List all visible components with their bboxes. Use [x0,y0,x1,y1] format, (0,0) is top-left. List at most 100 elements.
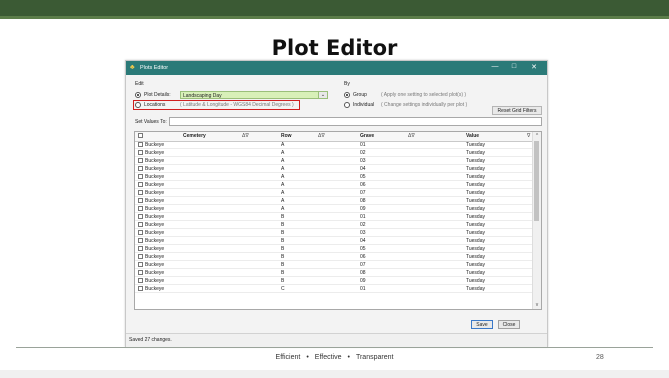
row-checkbox[interactable] [138,222,143,227]
cemetery-cell[interactable]: Buckeye [145,174,164,180]
value-cell[interactable]: Tuesday [466,198,485,204]
row-checkbox[interactable] [138,254,143,259]
row-cell[interactable]: B [281,278,284,284]
scroll-down-icon[interactable]: v [533,302,541,308]
cemetery-cell[interactable]: Buckeye [145,230,164,236]
row-cell[interactable]: A [281,174,284,180]
row-cell[interactable]: A [281,206,284,212]
table-row[interactable]: Buckeye A 07 Tuesday [135,189,534,197]
value-cell[interactable]: Tuesday [466,238,485,244]
table-row[interactable]: Buckeye A 04 Tuesday [135,165,534,173]
row-cell[interactable]: A [281,150,284,156]
value-cell[interactable]: Tuesday [466,230,485,236]
grave-cell[interactable]: 08 [360,198,366,204]
row-cell[interactable]: B [281,262,284,268]
minimize-button[interactable]: — [488,63,502,70]
row-checkbox[interactable] [138,206,143,211]
row-cell[interactable]: B [281,222,284,228]
table-row[interactable]: Buckeye C 01 Tuesday [135,285,534,293]
cemetery-cell[interactable]: Buckeye [145,166,164,172]
plot-details-select[interactable]: Landscaping Day ⌄ [180,91,328,99]
row-checkbox[interactable] [138,198,143,203]
table-row[interactable]: Buckeye B 06 Tuesday [135,253,534,261]
cemetery-cell[interactable]: Buckeye [145,270,164,276]
table-row[interactable]: Buckeye A 02 Tuesday [135,149,534,157]
row-checkbox[interactable] [138,158,143,163]
row-checkbox[interactable] [138,214,143,219]
cemetery-cell[interactable]: Buckeye [145,278,164,284]
value-cell[interactable]: Tuesday [466,278,485,284]
value-cell[interactable]: Tuesday [466,166,485,172]
grave-cell[interactable]: 01 [360,214,366,220]
row-checkbox[interactable] [138,142,143,147]
cemetery-cell[interactable]: Buckeye [145,190,164,196]
grave-cell[interactable]: 07 [360,262,366,268]
value-cell[interactable]: Tuesday [466,246,485,252]
grave-cell[interactable]: 08 [360,270,366,276]
row-cell[interactable]: C [281,286,285,292]
row-cell[interactable]: B [281,214,284,220]
value-cell[interactable]: Tuesday [466,222,485,228]
table-row[interactable]: Buckeye B 07 Tuesday [135,261,534,269]
table-row[interactable]: Buckeye B 05 Tuesday [135,245,534,253]
grave-cell[interactable]: 04 [360,166,366,172]
close-button[interactable]: Close [498,320,520,329]
row-checkbox[interactable] [138,166,143,171]
table-row[interactable]: Buckeye B 02 Tuesday [135,221,534,229]
grave-cell[interactable]: 09 [360,206,366,212]
grave-cell[interactable]: 02 [360,222,366,228]
value-cell[interactable]: Tuesday [466,182,485,188]
scrollbar-thumb[interactable] [534,141,539,221]
grave-cell[interactable]: 06 [360,182,366,188]
window-titlebar[interactable]: ♣ Plots Editor — □ ✕ [126,61,547,75]
grave-cell[interactable]: 03 [360,158,366,164]
table-row[interactable]: Buckeye A 03 Tuesday [135,157,534,165]
grave-cell[interactable]: 09 [360,278,366,284]
value-cell[interactable]: Tuesday [466,190,485,196]
scroll-up-icon[interactable]: ^ [533,133,541,139]
individual-radio[interactable] [344,102,350,108]
cemetery-cell[interactable]: Buckeye [145,158,164,164]
row-checkbox[interactable] [138,150,143,155]
cemetery-cell[interactable]: Buckeye [145,286,164,292]
table-row[interactable]: Buckeye A 08 Tuesday [135,197,534,205]
grave-cell[interactable]: 01 [360,286,366,292]
row-sort-filter-icon[interactable]: Δ∇ [318,133,325,139]
row-cell[interactable]: A [281,142,284,148]
grid-vertical-scrollbar[interactable]: ^ v [532,132,541,309]
select-all-checkbox[interactable] [138,133,143,138]
cemetery-cell[interactable]: Buckeye [145,214,164,220]
row-checkbox[interactable] [138,262,143,267]
group-radio[interactable] [344,92,350,98]
cemetery-sort-filter-icon[interactable]: Δ∇ [242,133,249,139]
row-checkbox[interactable] [138,230,143,235]
table-row[interactable]: Buckeye B 01 Tuesday [135,213,534,221]
grave-cell[interactable]: 04 [360,238,366,244]
column-header-cemetery[interactable]: Cemetery [183,133,206,139]
table-row[interactable]: Buckeye B 09 Tuesday [135,277,534,285]
reset-grid-filters-button[interactable]: Reset Grid Filters [492,106,542,115]
value-cell[interactable]: Tuesday [466,158,485,164]
grave-cell[interactable]: 01 [360,142,366,148]
grave-cell[interactable]: 06 [360,254,366,260]
grave-cell[interactable]: 07 [360,190,366,196]
value-cell[interactable]: Tuesday [466,262,485,268]
row-cell[interactable]: B [281,254,284,260]
value-cell[interactable]: Tuesday [466,174,485,180]
cemetery-cell[interactable]: Buckeye [145,222,164,228]
row-checkbox[interactable] [138,270,143,275]
column-header-value[interactable]: Value [466,133,479,139]
table-row[interactable]: Buckeye A 01 Tuesday [135,141,534,149]
row-cell[interactable]: B [281,230,284,236]
table-row[interactable]: Buckeye B 03 Tuesday [135,229,534,237]
cemetery-cell[interactable]: Buckeye [145,206,164,212]
cemetery-cell[interactable]: Buckeye [145,142,164,148]
row-cell[interactable]: A [281,158,284,164]
maximize-button[interactable]: □ [507,63,521,70]
chevron-down-icon[interactable]: ⌄ [318,92,327,98]
locations-radio[interactable] [135,102,141,108]
value-cell[interactable]: Tuesday [466,214,485,220]
table-row[interactable]: Buckeye A 06 Tuesday [135,181,534,189]
cemetery-cell[interactable]: Buckeye [145,254,164,260]
row-cell[interactable]: A [281,182,284,188]
